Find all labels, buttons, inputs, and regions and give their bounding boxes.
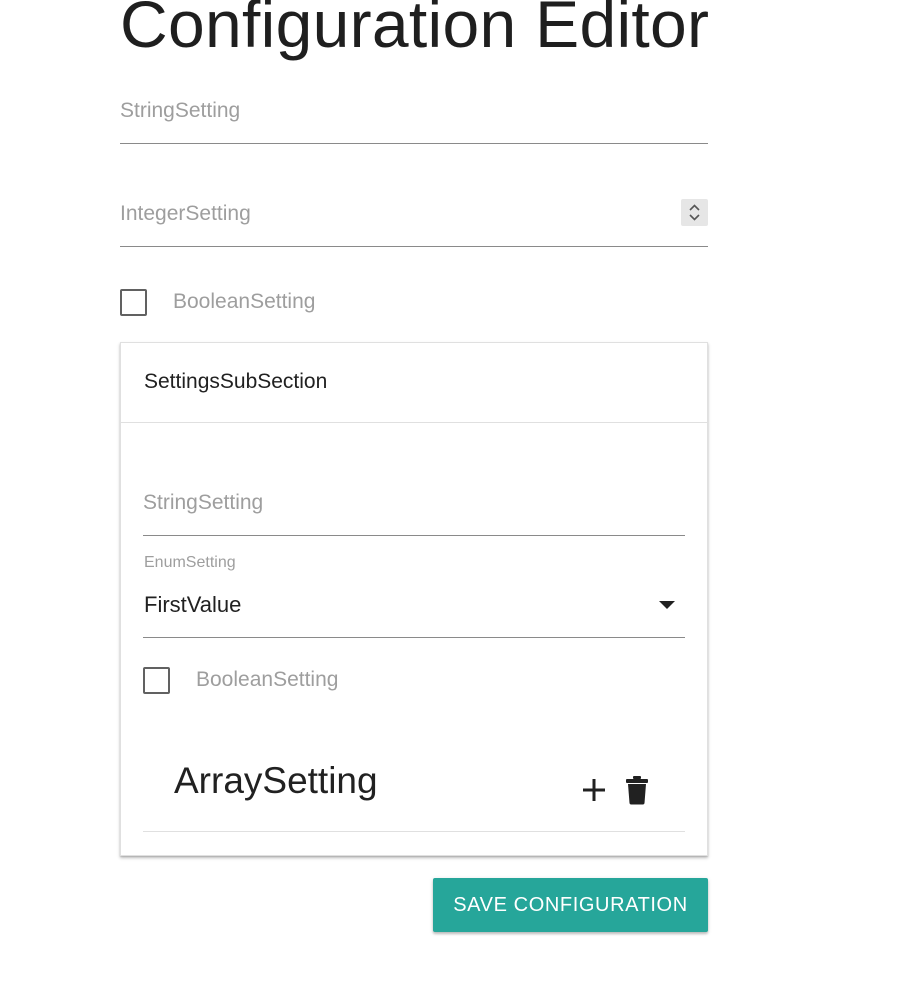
integer-setting-placeholder: IntegerSetting <box>120 202 251 225</box>
save-configuration-button[interactable]: SAVE CONFIGURATION <box>433 878 708 932</box>
plus-icon[interactable] <box>581 777 607 803</box>
subsection-boolean-setting-checkbox[interactable] <box>143 666 170 694</box>
subsection-boolean-setting-label: BooleanSetting <box>196 668 339 691</box>
integer-setting-field[interactable]: IntegerSetting <box>120 193 708 247</box>
page: Configuration Editor StringSetting Integ… <box>0 0 910 1002</box>
string-setting-field[interactable]: StringSetting <box>120 90 708 144</box>
settings-subsection-card: SettingsSubSection StringSetting EnumSet… <box>120 342 708 856</box>
subsection-string-setting-placeholder: StringSetting <box>143 491 264 514</box>
enum-setting-underline <box>143 637 685 638</box>
trash-icon[interactable] <box>625 775 649 805</box>
number-stepper-icon[interactable] <box>681 199 708 226</box>
array-setting-title: ArraySetting <box>174 760 378 801</box>
enum-setting-select[interactable]: FirstValue <box>144 592 241 618</box>
array-setting-divider <box>143 831 685 832</box>
subsection-header[interactable]: SettingsSubSection <box>121 343 707 423</box>
boolean-setting-label: BooleanSetting <box>173 290 316 313</box>
boolean-setting-row[interactable]: BooleanSetting <box>120 287 315 317</box>
boolean-setting-checkbox[interactable] <box>120 288 147 316</box>
enum-setting-label: EnumSetting <box>144 554 236 571</box>
subsection-string-setting-field[interactable]: StringSetting <box>143 483 685 536</box>
subsection-boolean-setting-row[interactable]: BooleanSetting <box>143 665 338 695</box>
string-setting-placeholder: StringSetting <box>120 99 241 122</box>
subsection-title: SettingsSubSection <box>144 370 328 393</box>
dropdown-arrow-icon[interactable] <box>659 601 675 609</box>
page-title: Configuration Editor <box>120 0 710 61</box>
